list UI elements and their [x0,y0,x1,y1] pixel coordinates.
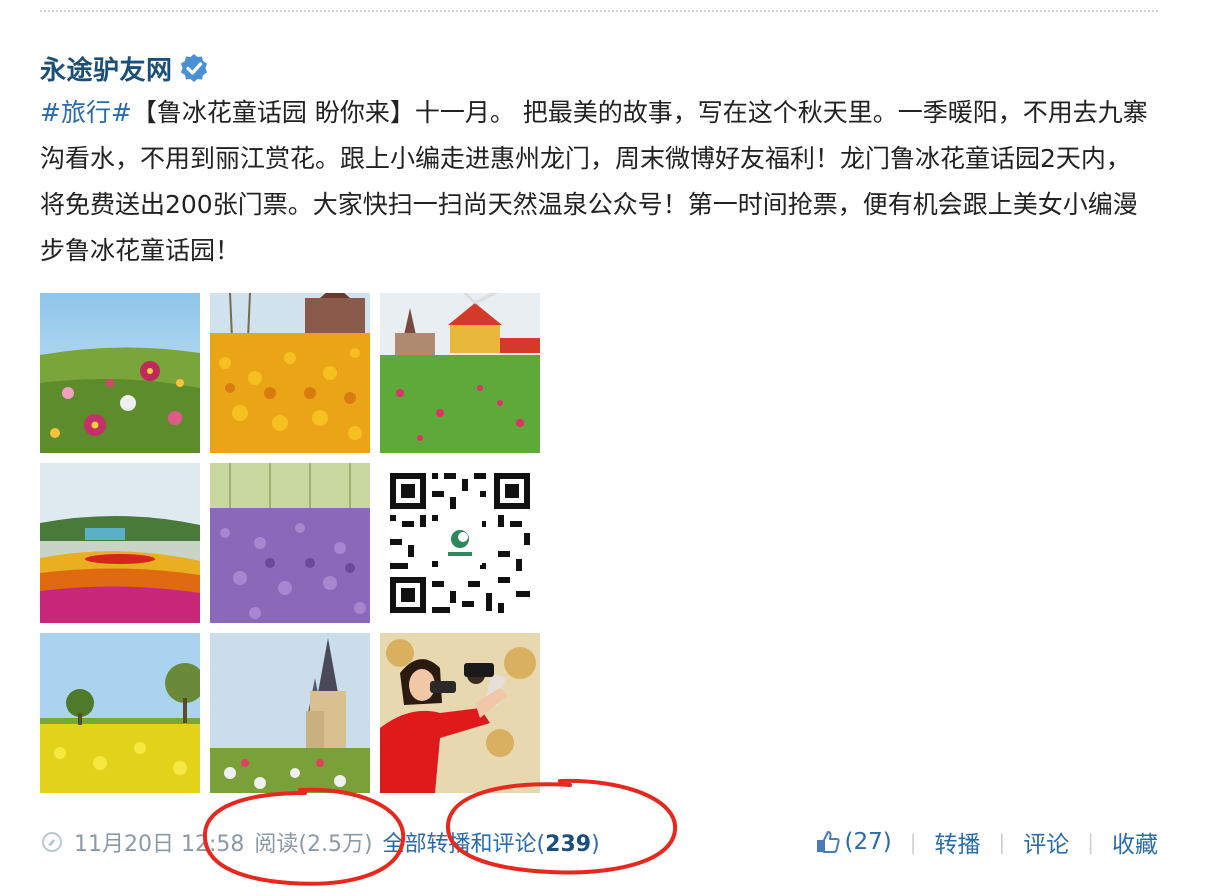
post-content: #旅行#【鲁冰花童话园 盼你来】十一月。 把最美的故事，写在这个秋天里。一季暖阳… [40,90,1150,274]
photo-castle-windmill[interactable] [380,293,540,453]
top-divider [40,10,1158,12]
action-separator: | [909,830,917,854]
source-icon [40,830,64,854]
qr-code-image[interactable] [380,463,540,623]
like-count: (27) [844,829,892,855]
image-grid [40,293,540,793]
all-reposts-comments-link[interactable]: 全部转播和评论(239) [383,826,600,858]
post-text: 【鲁冰花童话园 盼你来】十一月。 把最美的故事，写在这个秋天里。一季暖阳，不用去… [40,98,1148,265]
author-name[interactable]: 永途驴友网 [40,50,173,87]
post-timestamp[interactable]: 11月20日 12:58 [74,826,244,858]
comment-button[interactable]: 评论 [1023,825,1069,859]
all-reposts-label: 全部转播和评论( [382,832,546,857]
all-reposts-close: ) [591,832,600,857]
photo-cosmos-field[interactable] [40,293,200,453]
topic-tag[interactable]: #旅行# [40,98,132,127]
all-reposts-count: 239 [545,832,592,857]
post-actions: (27) | 转播 | 评论 | 收藏 [815,825,1158,859]
verified-badge-icon [179,53,209,83]
thumbs-up-icon [816,831,840,853]
photo-castle-tower[interactable] [210,633,370,793]
action-separator: | [1087,830,1094,854]
photo-lavender-field[interactable] [210,463,370,623]
action-separator: | [998,830,1006,854]
photo-flower-beds[interactable] [40,463,200,623]
post-author: 永途驴友网 [40,46,1158,90]
read-count: 阅读(2.5万) [254,832,373,857]
forward-button[interactable]: 转播 [935,825,981,859]
photo-rapeseed-field[interactable] [40,633,200,793]
like-button[interactable]: (27) [815,829,892,855]
photo-orange-field[interactable] [210,293,370,453]
post-meta-bar: 11月20日 12:58 阅读(2.5万) 全部转播和评论(239) (27) … [40,822,1158,862]
photo-woman-camera[interactable] [380,633,540,793]
favorite-button[interactable]: 收藏 [1112,825,1158,859]
weibo-post: 永途驴友网 #旅行#【鲁冰花童话园 盼你来】十一月。 把最美的故事，写在这个秋天… [40,46,1158,793]
